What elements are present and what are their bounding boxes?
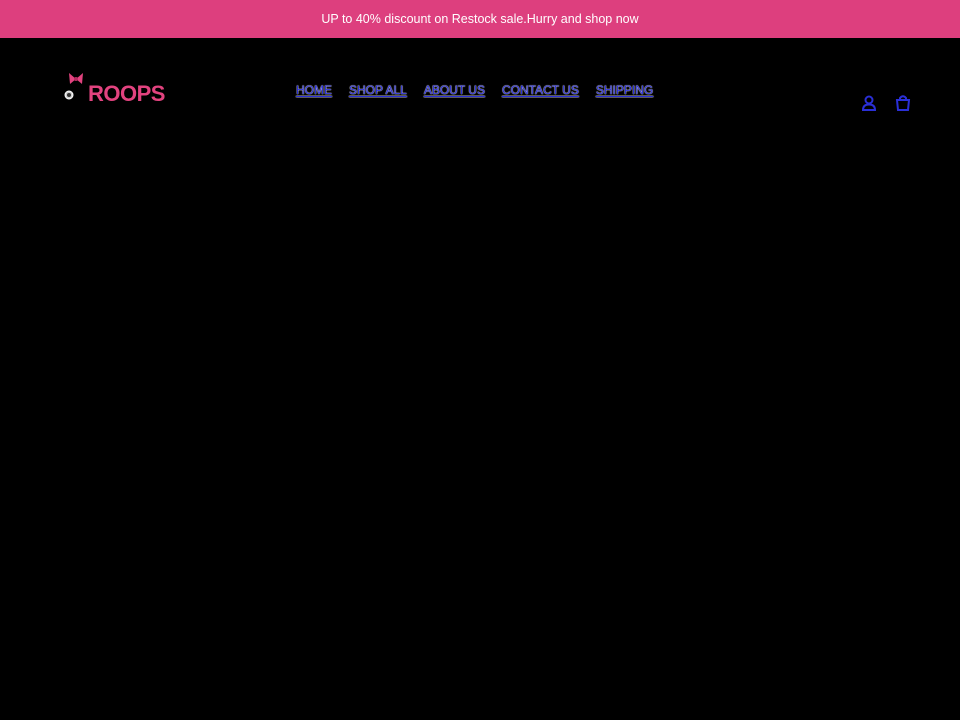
site-header: ROOPS HOME SHOP ALL ABOUT US CONTACT US … [0,38,960,138]
logo[interactable]: ROOPS [62,72,172,112]
ball-icon [64,90,74,100]
main-nav: HOME SHOP ALL ABOUT US CONTACT US SHIPPI… [290,83,664,97]
announcement-bar: UP to 40% discount on Restock sale.Hurry… [0,0,960,38]
header-icons [860,94,912,112]
cart-icon[interactable] [894,94,912,112]
bow-icon [69,73,83,84]
nav-shipping[interactable]: SHIPPING [590,83,660,97]
nav-shop-all[interactable]: SHOP ALL [343,83,414,97]
nav-home[interactable]: HOME [290,83,339,97]
announcement-text: UP to 40% discount on Restock sale.Hurry… [321,12,639,26]
nav-contact-us[interactable]: CONTACT US [496,83,586,97]
logo-text: ROOPS [88,81,165,106]
nav-about-us[interactable]: ABOUT US [418,83,492,97]
hero-section [0,138,960,720]
user-icon[interactable] [860,94,878,112]
